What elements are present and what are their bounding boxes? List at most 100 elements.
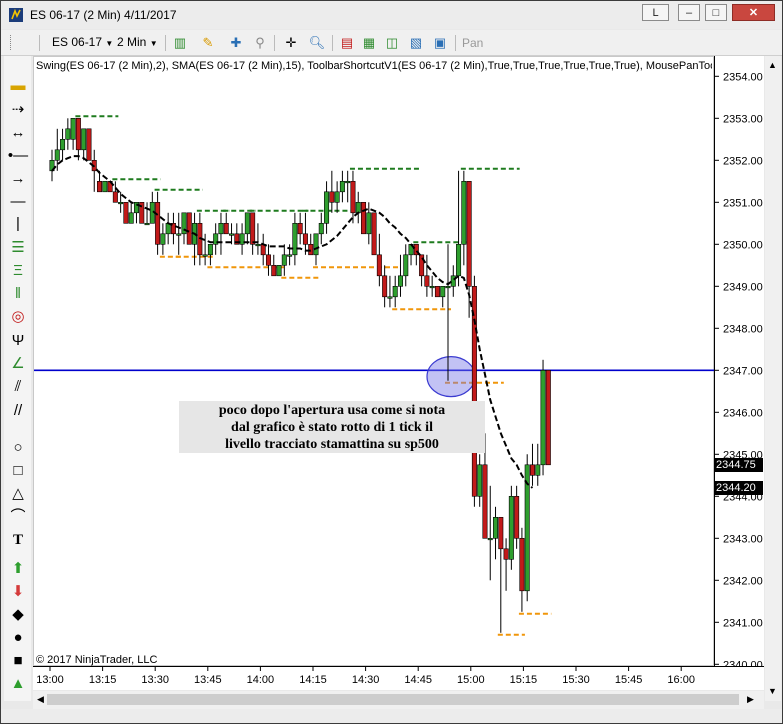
square-icon[interactable]: ■ <box>7 651 29 671</box>
candle-up <box>244 212 250 235</box>
properties-icon[interactable]: ◫ <box>383 34 401 51</box>
triangle-icon[interactable]: △ <box>7 484 29 504</box>
fib-retracement-icon[interactable]: ☰ <box>7 238 29 258</box>
rectangle-icon[interactable]: □ <box>7 461 29 481</box>
extended-line-icon[interactable]: ↔ <box>7 123 29 143</box>
vertical-scrollbar[interactable]: ▲ ▼ <box>765 56 781 701</box>
toolbar-separator <box>274 35 275 51</box>
candle-up <box>450 275 456 287</box>
candle-up <box>440 286 446 298</box>
price-chart[interactable] <box>34 57 714 665</box>
ellipse-icon[interactable]: ○ <box>7 438 29 458</box>
time-tick-label: 13:15 <box>89 674 117 686</box>
candle-up <box>387 296 393 299</box>
bar-type-icon[interactable]: ▥ <box>171 34 189 51</box>
candle-up <box>477 464 483 497</box>
time-tick-label: 14:30 <box>352 674 380 686</box>
gann-fan-icon[interactable]: ∠ <box>7 354 29 374</box>
candle-down <box>329 191 335 203</box>
close-button[interactable]: ✕ <box>732 4 775 21</box>
time-tick-label: 13:30 <box>141 674 169 686</box>
screenshot-icon[interactable]: ▣ <box>431 34 449 51</box>
candle-up <box>81 128 87 151</box>
arrow-down-icon[interactable]: ⬇ <box>7 582 29 602</box>
ruler-icon[interactable]: ▬ <box>7 76 29 96</box>
price-tick-label: 2348.00 <box>723 323 763 335</box>
maximize-button[interactable]: □ <box>705 4 727 21</box>
drawing-tools-bar: ▬ ⇢ ↔ •— → — | ☰ Ξ ‖ ◎ Ψ ∠ ⫽ // ○ □ △ ⌒ … <box>4 56 31 701</box>
chart-window: ES 06-17 (2 Min) 4/11/2017 L – □ ✕ ES 06… <box>0 0 783 724</box>
candle-up <box>287 254 293 257</box>
annotation-text-box[interactable]: poco dopo l'apertura usa come si nota da… <box>179 401 485 453</box>
interval-selector[interactable]: 2 Min ▼ <box>117 35 158 49</box>
arrow-line-icon[interactable]: ⇢ <box>7 100 29 120</box>
sma-price-marker: 2344.20 <box>714 480 763 495</box>
zoom-tool-icon[interactable]: ⚲ <box>251 34 269 51</box>
time-axis-ticks: 13:00 13:15 13:30 13:45 14:00 14:15 14:30 14:45… <box>36 667 695 686</box>
candle-down <box>503 548 509 560</box>
instrument-selector[interactable]: ES 06-17 ▼ <box>52 35 113 49</box>
pan-button[interactable]: Pan <box>462 36 483 50</box>
ray-icon[interactable]: → <box>7 169 29 189</box>
arc-icon[interactable]: ⌒ <box>7 507 29 527</box>
horizontal-scrollbar[interactable]: ◀ ▶ <box>33 691 764 709</box>
candle-up <box>487 537 493 541</box>
scroll-down-icon[interactable]: ▼ <box>768 686 777 696</box>
dot-icon[interactable]: ● <box>7 628 29 648</box>
fib-extension-icon[interactable]: Ξ <box>7 261 29 281</box>
scroll-up-icon[interactable]: ▲ <box>768 60 777 70</box>
scrollbar-thumb[interactable] <box>47 694 739 705</box>
regression-channel-icon[interactable]: ⫽ <box>7 377 29 397</box>
trend-channel-icon[interactable]: // <box>7 401 29 421</box>
candle-up <box>229 233 235 236</box>
triangle-up-icon[interactable]: ▲ <box>7 674 29 694</box>
candle-up <box>65 128 71 140</box>
candle-down <box>471 286 477 497</box>
candle-up <box>366 212 372 235</box>
annotation-line: dal grafico è stato rotto di 1 tick il <box>231 420 433 435</box>
minimize-button[interactable]: – <box>678 4 700 21</box>
layout-button[interactable]: L <box>642 4 669 21</box>
price-tick-label: 2352.00 <box>723 155 763 167</box>
candle-down <box>75 117 81 151</box>
arrow-up-icon[interactable]: ⬆ <box>7 559 29 579</box>
line-icon[interactable]: •— <box>7 146 29 166</box>
vertical-line-icon[interactable]: | <box>7 214 29 234</box>
candle-down <box>371 212 377 256</box>
data-box-icon[interactable]: ▧ <box>407 34 425 51</box>
candle-up <box>445 286 451 289</box>
strategy-icon[interactable]: ▤ <box>338 34 356 51</box>
time-tick-label: 13:45 <box>194 674 222 686</box>
indicator-icon[interactable]: ▦ <box>360 34 378 51</box>
text-icon[interactable]: T <box>7 530 29 550</box>
horizontal-line-icon[interactable]: — <box>7 192 29 212</box>
fib-circle-icon[interactable]: ◎ <box>7 307 29 327</box>
candle-up <box>339 181 345 193</box>
fib-timezones-icon[interactable]: ‖ <box>7 284 29 304</box>
scroll-right-icon[interactable]: ▶ <box>747 694 754 705</box>
candle-down <box>545 369 551 466</box>
time-tick-label: 14:00 <box>247 674 275 686</box>
price-tick-label: 2343.00 <box>723 533 763 545</box>
magnify-icon[interactable]: 🔍︎ <box>308 34 326 51</box>
crosshair-icon[interactable]: ✛ <box>282 34 300 51</box>
candle-down <box>466 181 472 287</box>
crosshair-add-icon[interactable]: ✚ <box>227 34 245 51</box>
candle-up <box>535 464 541 476</box>
time-axis[interactable]: 13:00 13:15 13:30 13:45 14:00 14:15 14:30 14:45… <box>33 666 764 690</box>
pencil-icon[interactable]: ✎ <box>199 34 217 51</box>
candle-up <box>324 191 330 224</box>
time-tick-label: 15:00 <box>457 674 485 686</box>
diamond-icon[interactable]: ◆ <box>7 605 29 625</box>
title-bar[interactable]: ES 06-17 (2 Min) 4/11/2017 L – □ ✕ <box>1 1 782 29</box>
candle-down <box>223 223 229 235</box>
candle-up <box>292 223 298 256</box>
price-axis-ticks: 2354.00 2353.00 2352.00 2351.00 2350.00 2349.… <box>715 71 763 666</box>
price-axis[interactable]: 2354.00 2353.00 2352.00 2351.00 2350.00 2349.… <box>714 56 764 666</box>
andrews-pitchfork-icon[interactable]: Ψ <box>7 331 29 351</box>
price-tick-label: 2347.00 <box>723 365 763 377</box>
toolbar-grip[interactable] <box>10 35 14 50</box>
price-panel[interactable]: Swing(ES 06-17 (2 Min),2), SMA(ES 06-17 … <box>33 56 714 666</box>
candle-up <box>397 275 403 287</box>
scroll-left-icon[interactable]: ◀ <box>37 694 44 705</box>
